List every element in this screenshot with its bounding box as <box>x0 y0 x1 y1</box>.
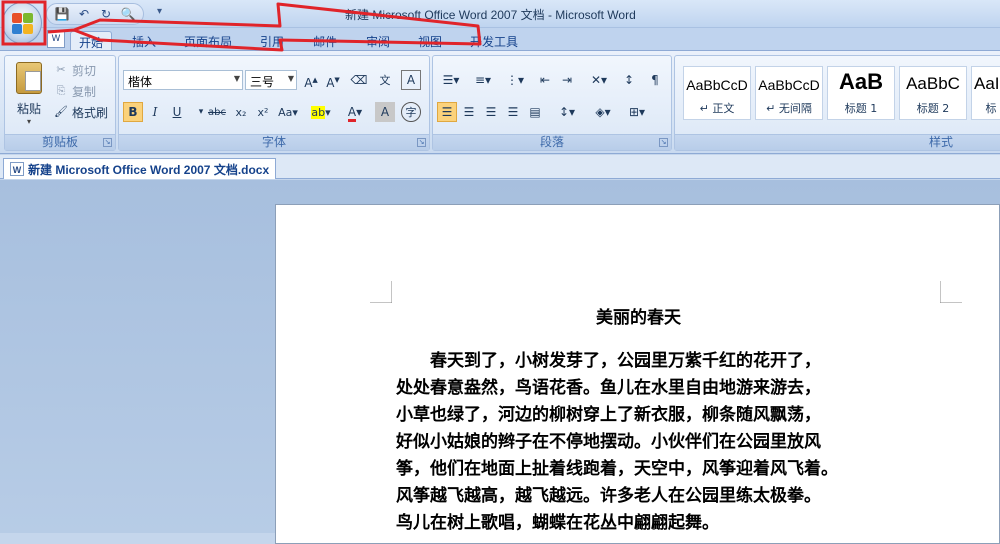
change-case-button[interactable]: Aa▾ <box>275 102 301 122</box>
bullets-icon[interactable]: ☰▾ <box>437 70 465 90</box>
borders-icon[interactable]: ⊞▾ <box>623 102 651 122</box>
document-line: 小草也绿了，河边的柳树穿上了新衣服，柳条随风飘荡， <box>396 405 821 425</box>
bold-button[interactable]: B <box>123 102 143 122</box>
ribbon: 粘贴 ▾ ✂ 剪切 ⎘ 复制 🖌 格式刷 剪贴板 ↘ 楷体 ▼ 三号 ▼ A▲ A▼ ⌫ … <box>0 50 1000 154</box>
font-size-field[interactable]: 三号 ▼ <box>245 70 297 90</box>
document-line: 风筝越飞越高，越飞越远。许多老人在公园里练太极拳。 <box>396 486 821 506</box>
highlight-icon[interactable]: ab▾ <box>307 102 335 122</box>
sort-icon[interactable]: ↕ <box>619 70 639 90</box>
paste-icon <box>16 62 42 94</box>
title-bar: 💾 ↶ ↻ 🔍 ▾ 新建 Microsoft Office Word 2007 … <box>0 0 1000 28</box>
styles-group: AaBbCcD ↵ 正文 AaBbCcD ↵ 无间隔 AaB 标题 1 AaBb… <box>674 55 1000 151</box>
align-left-icon[interactable]: ☰ <box>437 102 457 122</box>
word-doc-icon: W <box>10 162 24 176</box>
document-workspace[interactable]: 美丽的春天 春天到了，小树发芽了，公园里万紫千红的花开了， 处处春意盎然，鸟语花… <box>0 180 1000 544</box>
clipboard-group: 粘贴 ▾ ✂ 剪切 ⎘ 复制 🖌 格式刷 剪贴板 ↘ <box>4 55 116 151</box>
tab-review[interactable]: 审阅 <box>358 31 398 50</box>
document-line: 鸟儿在树上歌唱，蝴蝶在花丛中翩翩起舞。 <box>396 513 719 533</box>
document-tab[interactable]: W 新建 Microsoft Office Word 2007 文档.docx <box>3 158 277 179</box>
copy-button[interactable]: ⎘ 复制 <box>53 81 96 101</box>
style-normal[interactable]: AaBbCcD ↵ 正文 <box>683 66 751 120</box>
word-doc-icon[interactable]: W <box>47 30 65 48</box>
grow-font-icon[interactable]: A▲ <box>301 70 321 90</box>
office-logo-icon <box>12 13 34 35</box>
ribbon-tab-row: 开始 插入 页面布局 引用 邮件 审阅 视图 开发工具 <box>0 28 1000 50</box>
cut-button[interactable]: ✂ 剪切 <box>53 60 96 80</box>
font-launcher-icon[interactable]: ↘ <box>417 138 426 147</box>
format-painter-button[interactable]: 🖌 格式刷 <box>53 102 108 122</box>
document-line: 筝，他们在地面上扯着线跑着，天空中，风筝迎着风飞着。 <box>396 459 838 479</box>
shrink-font-icon[interactable]: A▼ <box>323 70 343 90</box>
style-no-spacing[interactable]: AaBbCcD ↵ 无间隔 <box>755 66 823 120</box>
paste-button[interactable]: 粘贴 ▾ <box>11 60 47 126</box>
document-line: 好似小姑娘的辫子在不停地摆动。小伙伴们在公园里放风 <box>396 432 821 452</box>
document-tab-bar: W 新建 Microsoft Office Word 2007 文档.docx <box>0 155 1000 179</box>
paragraph-launcher-icon[interactable]: ↘ <box>659 138 668 147</box>
align-right-icon[interactable]: ☰ <box>481 102 501 122</box>
margin-corner-top-left <box>370 281 392 303</box>
styles-group-label: 样式 <box>675 134 1000 150</box>
tab-home[interactable]: 开始 <box>70 31 113 50</box>
tab-view[interactable]: 视图 <box>410 31 450 50</box>
office-button[interactable] <box>2 2 42 44</box>
window-title: 新建 Microsoft Office Word 2007 文档 - Micro… <box>345 8 636 22</box>
enclose-characters-icon[interactable]: 字 <box>401 102 421 122</box>
clipboard-launcher-icon[interactable]: ↘ <box>103 138 112 147</box>
clear-format-icon[interactable]: ⌫ <box>349 70 369 90</box>
paintbrush-icon: 🖌 <box>54 105 68 118</box>
strikethrough-button[interactable]: abc <box>205 102 229 122</box>
subscript-button[interactable]: x₂ <box>231 102 251 122</box>
document-line: 处处春意盎然，鸟语花香。鱼儿在水里自由地游来游去， <box>396 378 821 398</box>
tab-insert[interactable]: 插入 <box>124 31 164 50</box>
italic-button[interactable]: I <box>145 102 165 122</box>
underline-button[interactable]: U <box>167 102 187 122</box>
shading-icon[interactable]: ◈▾ <box>589 102 617 122</box>
style-title[interactable]: AaI 标 <box>971 66 1000 120</box>
distributed-icon[interactable]: ▤ <box>525 102 545 122</box>
chinese-layout-icon[interactable]: ✕▾ <box>585 70 613 90</box>
increase-indent-icon[interactable]: ⇥ <box>557 70 577 90</box>
font-group-label: 字体 <box>119 134 429 150</box>
scissors-icon: ✂ <box>56 63 66 76</box>
show-marks-icon[interactable]: ¶ <box>645 70 665 90</box>
chevron-down-icon: ▼ <box>233 74 240 83</box>
font-name-field[interactable]: 楷体 ▼ <box>123 70 243 90</box>
align-center-icon[interactable]: ☰ <box>459 102 479 122</box>
margin-corner-top-right <box>940 281 962 303</box>
tab-mailings[interactable]: 邮件 <box>305 31 345 50</box>
style-heading-2[interactable]: AaBbC 标题 2 <box>899 66 967 120</box>
tab-references[interactable]: 引用 <box>252 31 292 50</box>
multilevel-list-icon[interactable]: ⋮▾ <box>501 70 529 90</box>
font-color-icon[interactable]: A▾ <box>341 102 369 122</box>
numbering-icon[interactable]: ≡▾ <box>469 70 497 90</box>
document-line: 春天到了，小树发芽了，公园里万紫千红的花开了， <box>396 351 821 371</box>
paragraph-group-label: 段落 <box>433 134 671 150</box>
copy-icon: ⎘ <box>56 84 66 97</box>
justify-icon[interactable]: ☰ <box>503 102 523 122</box>
superscript-button[interactable]: x² <box>253 102 273 122</box>
decrease-indent-icon[interactable]: ⇤ <box>535 70 555 90</box>
phonetic-guide-icon[interactable]: 文 <box>375 70 395 90</box>
chevron-down-icon: ▼ <box>287 74 294 83</box>
paste-label: 粘贴 <box>16 102 41 116</box>
clipboard-group-label: 剪贴板 <box>5 134 115 150</box>
tab-page-layout[interactable]: 页面布局 <box>176 31 240 50</box>
document-page[interactable]: 美丽的春天 春天到了，小树发芽了，公园里万紫千红的花开了， 处处春意盎然，鸟语花… <box>275 204 1000 544</box>
document-title: 美丽的春天 <box>596 308 681 328</box>
line-spacing-icon[interactable]: ↕▾ <box>553 102 581 122</box>
style-heading-1[interactable]: AaB 标题 1 <box>827 66 895 120</box>
character-shading-icon[interactable]: A <box>375 102 395 122</box>
font-group: 楷体 ▼ 三号 ▼ A▲ A▼ ⌫ 文 A B I U ▾ abc x₂ x² Aa… <box>118 55 430 151</box>
tab-developer[interactable]: 开发工具 <box>462 31 526 50</box>
character-border-icon[interactable]: A <box>401 70 421 90</box>
paragraph-group: ☰▾ ≡▾ ⋮▾ ⇤ ⇥ ✕▾ ↕ ¶ ☰ ☰ ☰ ☰ ▤ ↕▾ ◈▾ ⊞▾ 段… <box>432 55 672 151</box>
